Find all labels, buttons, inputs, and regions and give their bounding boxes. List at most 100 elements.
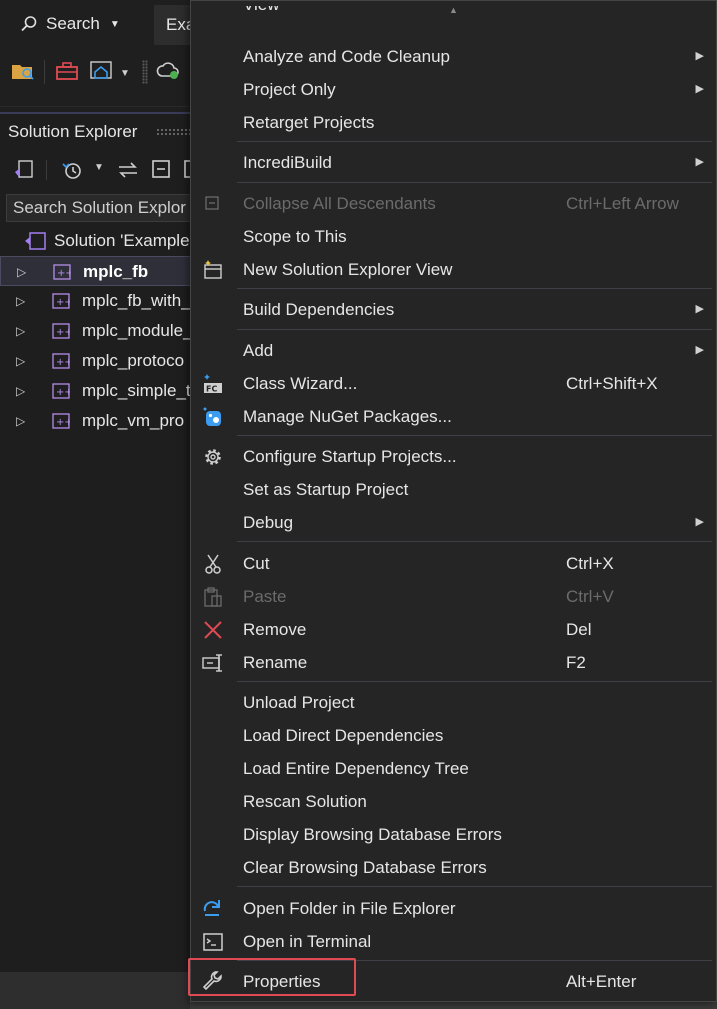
expand-arrow-icon[interactable]: ▷ <box>16 346 25 376</box>
search-label: Search <box>46 14 100 33</box>
cpp-project-icon: ++ <box>52 323 70 339</box>
status-area-left <box>0 972 190 1009</box>
cpp-project-icon: ++ <box>53 264 71 280</box>
menu-item-incredibuild[interactable]: IncrediBuild ▶ <box>191 146 716 179</box>
cloud-sync-icon[interactable] <box>156 58 182 84</box>
project-node[interactable]: ▷ ++ mplc_fb <box>0 256 200 286</box>
project-label: mplc_protoco <box>82 351 185 370</box>
sync-with-active-document-icon[interactable] <box>116 158 140 182</box>
menu-separator <box>237 288 712 289</box>
open-folder-icon[interactable] <box>10 58 36 84</box>
svg-text:++: ++ <box>56 357 70 368</box>
solution-node[interactable]: Solution 'Example <box>0 226 200 256</box>
menu-item-paste[interactable]: Paste Ctrl+V <box>191 580 716 613</box>
menu-item-load-direct-dependencies[interactable]: Load Direct Dependencies <box>191 719 716 752</box>
menu-item-set-as-startup-project[interactable]: Set as Startup Project <box>191 473 716 506</box>
submenu-arrow-icon: ▶ <box>695 83 704 95</box>
expand-arrow-icon[interactable]: ▷ <box>16 316 25 346</box>
collapse-all-icon[interactable] <box>150 158 174 182</box>
solution-search-input[interactable]: Search Solution Explor <box>6 194 200 222</box>
clipboard-icon <box>204 587 222 607</box>
toolbar-grip <box>142 60 148 84</box>
cpp-project-icon: ++ <box>52 293 70 309</box>
nuget-icon <box>203 407 221 426</box>
expand-arrow-icon[interactable]: ▷ <box>16 406 25 436</box>
menu-separator <box>237 886 712 887</box>
menu-item-view[interactable]: View <box>191 6 716 28</box>
solution-icon <box>25 232 46 250</box>
svg-text:FC: FC <box>206 385 217 394</box>
chevron-down-icon: ▼ <box>109 18 120 30</box>
menu-item-retarget-projects[interactable]: Retarget Projects <box>191 106 716 139</box>
project-label: mplc_simple_t <box>82 381 191 400</box>
menu-item-open-in-terminal[interactable]: Open in Terminal <box>191 925 716 958</box>
solution-explorer-panel: Solution Explorer ▼ Search Solution Expl… <box>0 112 200 974</box>
submenu-arrow-icon: ▶ <box>695 156 704 168</box>
menu-item-scope-to-this[interactable]: Scope to This <box>191 220 716 253</box>
svg-text:++: ++ <box>56 297 70 308</box>
chevron-down-icon[interactable]: ▼ <box>120 68 130 79</box>
open-folder-arrow-icon <box>203 900 220 916</box>
expand-arrow-icon[interactable]: ▷ <box>16 286 25 316</box>
search-icon <box>21 16 37 32</box>
menu-item-load-entire-dependency-tree[interactable]: Load Entire Dependency Tree <box>191 752 716 785</box>
cpp-project-icon: ++ <box>52 353 70 369</box>
project-label: mplc_fb_with_ <box>82 291 191 310</box>
search-button[interactable]: Search ▼ <box>20 10 120 38</box>
class-wizard-icon: FC <box>204 374 222 394</box>
svg-text:++: ++ <box>56 387 70 398</box>
menu-separator <box>237 541 712 542</box>
menu-item-configure-startup-projects[interactable]: Configure Startup Projects... <box>191 440 716 473</box>
browser-home-icon[interactable] <box>88 58 114 84</box>
history-icon[interactable] <box>60 158 84 182</box>
cpp-project-icon: ++ <box>52 413 70 429</box>
expand-arrow-icon[interactable]: ▷ <box>16 376 25 406</box>
svg-text:++: ++ <box>57 268 71 279</box>
menu-separator <box>237 141 712 142</box>
project-node[interactable]: ▷ ++ mplc_simple_t <box>0 376 200 406</box>
menu-item-debug[interactable]: Debug ▶ <box>191 506 716 539</box>
menu-item-cut[interactable]: Cut Ctrl+X <box>191 547 716 580</box>
properties-highlight-box <box>188 958 356 996</box>
cpp-project-icon: ++ <box>52 383 70 399</box>
context-menu: ▲ View Analyze and Code Cleanup ▶ Projec… <box>190 0 717 1002</box>
menu-item-open-folder-in-file-explorer[interactable]: Open Folder in File Explorer <box>191 892 716 925</box>
menu-separator <box>237 681 712 682</box>
project-node[interactable]: ▷ ++ mplc_vm_pro <box>0 406 200 436</box>
chevron-down-icon[interactable]: ▼ <box>94 162 104 173</box>
menu-item-build-dependencies[interactable]: Build Dependencies ▶ <box>191 293 716 326</box>
remove-x-icon <box>204 621 222 639</box>
new-window-icon <box>204 260 222 279</box>
terminal-icon <box>203 933 223 951</box>
project-label: mplc_fb <box>83 262 149 281</box>
menu-item-add[interactable]: Add ▶ <box>191 334 716 367</box>
solution-tree: Solution 'Example ▷ ++ mplc_fb ▷ ++ mplc… <box>0 226 200 436</box>
menu-item-collapse-all-descendants[interactable]: Collapse All Descendants Ctrl+Left Arrow <box>191 187 716 220</box>
submenu-arrow-icon: ▶ <box>695 50 704 62</box>
rename-icon <box>202 654 222 672</box>
switch-views-icon[interactable] <box>12 158 36 182</box>
toolbox-icon[interactable] <box>54 58 80 84</box>
expand-arrow-icon[interactable]: ▷ <box>17 257 26 285</box>
menu-item-class-wizard[interactable]: FC Class Wizard... Ctrl+Shift+X <box>191 367 716 400</box>
project-node[interactable]: ▷ ++ mplc_protoco <box>0 346 200 376</box>
menu-item-analyze-code-cleanup[interactable]: Analyze and Code Cleanup ▶ <box>191 40 716 73</box>
menu-item-remove[interactable]: Remove Del <box>191 613 716 646</box>
menu-separator <box>237 435 712 436</box>
submenu-arrow-icon: ▶ <box>695 344 704 356</box>
menu-item-project-only[interactable]: Project Only ▶ <box>191 73 716 106</box>
project-node[interactable]: ▷ ++ mplc_module_ <box>0 316 200 346</box>
menu-item-unload-project[interactable]: Unload Project <box>191 686 716 719</box>
menu-item-clear-browsing-database-errors[interactable]: Clear Browsing Database Errors <box>191 851 716 884</box>
collapse-icon <box>205 196 219 210</box>
toolbar-separator <box>46 160 47 180</box>
menu-item-rename[interactable]: Rename F2 <box>191 646 716 679</box>
menu-separator <box>237 182 712 183</box>
project-node[interactable]: ▷ ++ mplc_fb_with_ <box>0 286 200 316</box>
project-label: mplc_module_ <box>82 321 193 340</box>
menu-item-display-browsing-database-errors[interactable]: Display Browsing Database Errors <box>191 818 716 851</box>
solution-explorer-toolbar: ▼ <box>0 152 200 188</box>
menu-item-rescan-solution[interactable]: Rescan Solution <box>191 785 716 818</box>
menu-item-new-solution-explorer-view[interactable]: New Solution Explorer View <box>191 253 716 286</box>
menu-item-manage-nuget-packages[interactable]: Manage NuGet Packages... <box>191 400 716 433</box>
